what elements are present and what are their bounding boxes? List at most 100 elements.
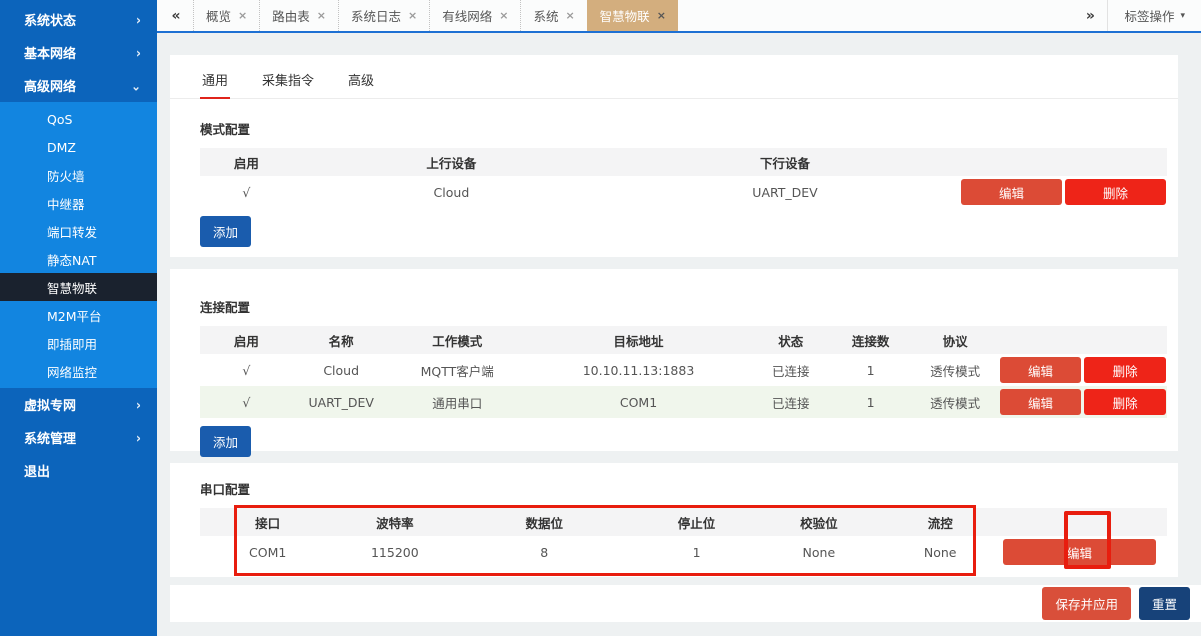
content-tabs: 通用 采集指令 高级 bbox=[170, 55, 1178, 99]
column-header: 启用 bbox=[200, 331, 293, 350]
protocol-value: 透传模式 bbox=[912, 361, 999, 380]
mode-config-section: 模式配置 启用 上行设备 下行设备 √ Cloud UART_DEV 编辑 删除 bbox=[170, 99, 1178, 208]
sidebar-item-label: 系统管理 bbox=[24, 428, 76, 447]
tab-general[interactable]: 通用 bbox=[200, 61, 230, 98]
row-actions: 编辑 删除 bbox=[999, 357, 1167, 383]
row-actions: 编辑 bbox=[1002, 539, 1158, 565]
table-header-row: 启用 名称 工作模式 目标地址 状态 连接数 协议 bbox=[200, 326, 1167, 354]
interface-value: COM1 bbox=[200, 545, 335, 560]
chevron-right-icon: › bbox=[136, 397, 141, 412]
tab-label: 智慧物联 bbox=[600, 6, 650, 25]
sidebar-item-static-nat[interactable]: 静态NAT bbox=[0, 245, 157, 273]
sidebar-item-plug-and-play[interactable]: 即插即用 bbox=[0, 329, 157, 357]
sidebar-item-basic-network[interactable]: 基本网络 › bbox=[0, 36, 157, 69]
sidebar-item-system-status[interactable]: 系统状态 › bbox=[0, 3, 157, 36]
chevron-right-icon: › bbox=[136, 430, 141, 445]
tab-operations-dropdown[interactable]: 标签操作 ▾ bbox=[1107, 0, 1201, 31]
status-value: 已连接 bbox=[752, 361, 829, 380]
work-mode-value: 通用串口 bbox=[390, 393, 525, 412]
tab-label: 有线网络 bbox=[442, 6, 492, 25]
mode-config-panel: 通用 采集指令 高级 模式配置 启用 上行设备 下行设备 √ Cloud UAR… bbox=[170, 55, 1178, 257]
tab-routing-table[interactable]: 路由表 × bbox=[259, 0, 338, 31]
delete-button[interactable]: 删除 bbox=[1084, 357, 1166, 383]
column-header: 校验位 bbox=[759, 513, 879, 532]
connection-config-panel: 连接配置 启用 名称 工作模式 目标地址 状态 连接数 协议 √ Cloud M… bbox=[170, 269, 1178, 451]
close-icon[interactable]: × bbox=[408, 9, 417, 22]
footer-actions: 保存并应用 重置 bbox=[170, 585, 1201, 622]
edit-button[interactable]: 编辑 bbox=[1003, 539, 1157, 565]
sidebar-item-label: 虚拟专网 bbox=[24, 395, 76, 414]
sidebar-item-repeater[interactable]: 中继器 bbox=[0, 189, 157, 217]
sidebar-item-label: 基本网络 bbox=[24, 43, 76, 62]
tab-operations-label: 标签操作 bbox=[1124, 6, 1174, 25]
sidebar-item-network-monitor[interactable]: 网络监控 bbox=[0, 357, 157, 385]
tab-label: 系统日志 bbox=[351, 6, 401, 25]
scroll-tabs-right-button[interactable]: » bbox=[1071, 0, 1107, 31]
close-icon[interactable]: × bbox=[238, 9, 247, 22]
column-header: 数据位 bbox=[454, 513, 634, 532]
data-bits-value: 8 bbox=[454, 545, 634, 560]
delete-button[interactable]: 删除 bbox=[1065, 179, 1166, 205]
save-and-apply-button[interactable]: 保存并应用 bbox=[1042, 587, 1131, 620]
delete-button[interactable]: 删除 bbox=[1084, 389, 1166, 415]
sidebar-item-port-forwarding[interactable]: 端口转发 bbox=[0, 217, 157, 245]
sidebar-item-smart-iot[interactable]: 智慧物联 bbox=[0, 273, 157, 301]
target-address-value: COM1 bbox=[525, 395, 752, 410]
tab-overview[interactable]: 概览 × bbox=[193, 0, 259, 31]
tab-system[interactable]: 系统 × bbox=[520, 0, 586, 31]
scroll-tabs-left-button[interactable]: « bbox=[157, 0, 193, 31]
tab-label: 路由表 bbox=[272, 6, 310, 25]
sidebar-item-advanced-network[interactable]: 高级网络 ⌄ bbox=[0, 69, 157, 102]
add-button[interactable]: 添加 bbox=[200, 426, 251, 457]
close-icon[interactable]: × bbox=[499, 9, 508, 22]
table-row: √ Cloud MQTT客户端 10.10.11.13:1883 已连接 1 透… bbox=[200, 354, 1167, 386]
tab-advanced[interactable]: 高级 bbox=[346, 61, 376, 98]
edit-button[interactable]: 编辑 bbox=[1000, 389, 1082, 415]
name-value: Cloud bbox=[293, 363, 390, 378]
chevron-right-icon: › bbox=[136, 12, 141, 27]
tab-wired-network[interactable]: 有线网络 × bbox=[429, 0, 520, 31]
column-header: 接口 bbox=[200, 513, 335, 532]
edit-button[interactable]: 编辑 bbox=[961, 179, 1062, 205]
connection-count-value: 1 bbox=[829, 395, 911, 410]
sidebar-item-logout[interactable]: 退出 bbox=[0, 454, 157, 487]
section-title: 模式配置 bbox=[200, 99, 1167, 148]
sidebar-item-qos[interactable]: QoS bbox=[0, 105, 157, 133]
add-button[interactable]: 添加 bbox=[200, 216, 251, 247]
sidebar-item-system-management[interactable]: 系统管理 › bbox=[0, 421, 157, 454]
flow-control-value: None bbox=[879, 545, 1002, 560]
enabled-checkmark: √ bbox=[200, 185, 293, 200]
top-tab-bar: « 概览 × 路由表 × 系统日志 × 有线网络 × 系统 × 智慧物联 × »… bbox=[157, 0, 1201, 33]
serial-config-panel: 串口配置 接口 波特率 数据位 停止位 校验位 流控 COM1 115200 8… bbox=[170, 463, 1178, 577]
column-header: 启用 bbox=[200, 153, 293, 172]
enabled-checkmark: √ bbox=[200, 363, 293, 378]
sidebar: 系统状态 › 基本网络 › 高级网络 ⌄ QoS DMZ 防火墙 中继器 端口转… bbox=[0, 0, 157, 636]
double-left-arrow-icon: « bbox=[171, 8, 178, 24]
serial-config-section: 串口配置 接口 波特率 数据位 停止位 校验位 流控 COM1 115200 8… bbox=[170, 463, 1178, 568]
sidebar-item-firewall[interactable]: 防火墙 bbox=[0, 161, 157, 189]
edit-button[interactable]: 编辑 bbox=[1000, 357, 1082, 383]
table-row: COM1 115200 8 1 None None 编辑 bbox=[200, 536, 1167, 568]
column-header: 上行设备 bbox=[293, 153, 610, 172]
close-icon[interactable]: × bbox=[657, 9, 666, 22]
reset-button[interactable]: 重置 bbox=[1139, 587, 1190, 620]
tab-smart-iot[interactable]: 智慧物联 × bbox=[587, 0, 678, 31]
downlink-device-value: UART_DEV bbox=[610, 185, 960, 200]
sidebar-item-vpn[interactable]: 虚拟专网 › bbox=[0, 388, 157, 421]
table-header-row: 启用 上行设备 下行设备 bbox=[200, 148, 1167, 176]
close-icon[interactable]: × bbox=[565, 9, 574, 22]
chevron-right-icon: › bbox=[136, 45, 141, 60]
sidebar-item-m2m-platform[interactable]: M2M平台 bbox=[0, 301, 157, 329]
section-title: 串口配置 bbox=[200, 463, 1167, 508]
row-actions: 编辑 删除 bbox=[999, 389, 1167, 415]
sidebar-item-dmz[interactable]: DMZ bbox=[0, 133, 157, 161]
tab-collect-commands[interactable]: 采集指令 bbox=[260, 61, 316, 98]
sidebar-submenu: QoS DMZ 防火墙 中继器 端口转发 静态NAT 智慧物联 M2M平台 即插… bbox=[0, 102, 157, 388]
column-header: 工作模式 bbox=[390, 331, 525, 350]
caret-down-icon: ▾ bbox=[1180, 11, 1185, 21]
table-row: √ UART_DEV 通用串口 COM1 已连接 1 透传模式 编辑 删除 bbox=[200, 386, 1167, 418]
column-header: 波特率 bbox=[335, 513, 454, 532]
close-icon[interactable]: × bbox=[317, 9, 326, 22]
chevron-down-icon: ⌄ bbox=[131, 78, 141, 93]
tab-system-log[interactable]: 系统日志 × bbox=[338, 0, 429, 31]
